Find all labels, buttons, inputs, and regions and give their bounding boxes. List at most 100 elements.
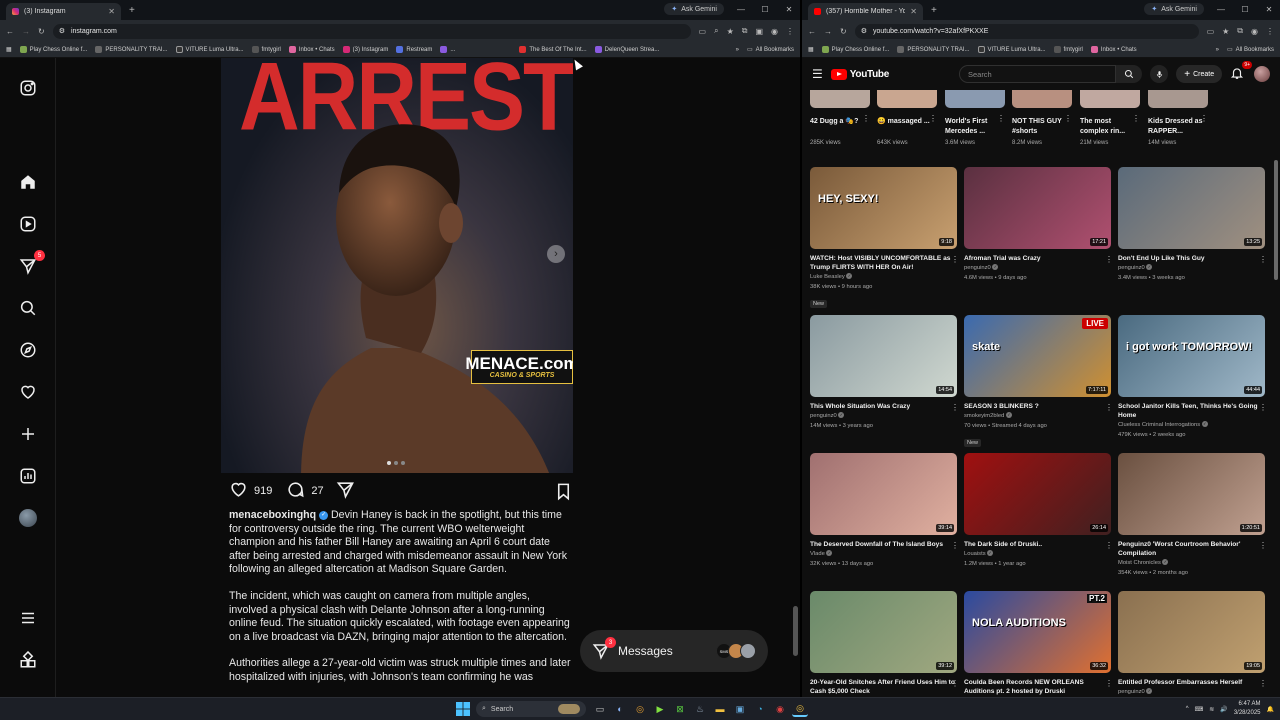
hamburger-menu-icon[interactable]: ☰ (812, 67, 823, 81)
omnibox[interactable]: ⚙ youtube.com/watch?v=32afXfPKXXE (854, 23, 1199, 39)
site-info-icon[interactable]: ⚙ (59, 27, 65, 35)
more-options-icon[interactable]: ⋮ (1132, 114, 1140, 123)
more-options-icon[interactable]: ⋮ (929, 114, 937, 123)
task-view-icon[interactable]: ▭ (592, 701, 608, 717)
reload-icon[interactable]: ↻ (38, 27, 45, 36)
app-icon[interactable]: ◉ (772, 701, 788, 717)
more-options-icon[interactable]: ⋮ (1105, 679, 1113, 688)
more-options-icon[interactable]: ⋮ (951, 255, 959, 264)
video-thumbnail[interactable]: 19:05 (1118, 591, 1265, 673)
more-bookmarks-icon[interactable]: » (1216, 47, 1219, 53)
more-options-icon[interactable]: ⋮ (997, 114, 1005, 123)
voice-search-mic-icon[interactable] (1150, 65, 1169, 83)
more-options-icon[interactable]: ⋮ (1064, 114, 1072, 123)
chrome-icon[interactable]: ◎ (632, 701, 648, 717)
short-item[interactable]: The most complex rin... 21M views ⋮ (1080, 90, 1140, 146)
video-card[interactable]: 17:21 Afroman Trial was Crazy penguinz0 ✓ 4… (964, 167, 1113, 283)
video-card[interactable]: 14:54 This Whole Situation Was Crazy pengu… (810, 315, 959, 431)
video-card[interactable]: 1:20:51 Penguinz0 'Worst Courtroom Behavi… (1118, 453, 1267, 578)
widgets-icon[interactable]: ◐ (612, 701, 628, 717)
youtube-logo[interactable]: YouTube (830, 68, 889, 80)
heart-notifications-icon[interactable] (18, 382, 38, 402)
all-bookmarks[interactable]: ▭ All Bookmarks (1227, 46, 1274, 54)
apps-icon[interactable]: ▦ (6, 46, 12, 53)
menu-icon[interactable]: ⋮ (1266, 27, 1274, 36)
video-channel[interactable]: Louaists ✓ (964, 549, 1111, 559)
video-channel[interactable]: penguinz0 ✓ (964, 263, 1111, 273)
video-channel[interactable]: Vlade ✓ (810, 549, 957, 559)
bookmark-item[interactable]: PERSONALITY TRAI... (897, 46, 970, 53)
steam-icon[interactable]: ♨ (692, 701, 708, 717)
video-card[interactable]: 26:14 The Dark Side of Druski.. Louaists ✓… (964, 453, 1113, 569)
all-bookmarks[interactable]: ▭ All Bookmarks (747, 46, 794, 54)
search-button[interactable] (1116, 65, 1143, 83)
windows-start-icon[interactable] (456, 702, 470, 716)
dashboard-icon[interactable] (18, 466, 38, 486)
video-card[interactable]: HEY, SEXY! 9:18 WATCH: Host VISIBLY UNCOMF… (810, 167, 959, 310)
video-title[interactable]: 20-Year-Old Snitches After Friend Uses H… (810, 678, 957, 696)
more-options-icon[interactable]: ⋮ (951, 679, 959, 688)
video-channel[interactable]: Clueless Criminal Interrogations ✓ (1118, 420, 1265, 430)
cast-icon[interactable]: ▭ (699, 27, 707, 36)
menu-icon[interactable]: ⋮ (786, 27, 794, 36)
bookmark-item[interactable]: The Best Of The Int... (519, 46, 587, 53)
new-tab-button[interactable]: + (931, 5, 937, 16)
more-options-icon[interactable]: ⋮ (1259, 679, 1267, 688)
back-icon[interactable]: ← (6, 27, 14, 36)
bookmark-item[interactable]: VITURE Luma Ultra... (175, 46, 244, 53)
more-options-icon[interactable]: ⋮ (1200, 114, 1208, 123)
edge-icon[interactable]: ◔ (752, 701, 768, 717)
tray-overflow-icon[interactable]: ^ (1186, 706, 1189, 712)
create-plus-icon[interactable] (18, 424, 38, 444)
tab-instagram[interactable]: (3) Instagram ✕ (6, 3, 121, 20)
video-channel[interactable]: Luke Beasley ✓ (810, 272, 957, 282)
bookmark-item[interactable]: VITURE Luma Ultra... (977, 46, 1046, 53)
reload-icon[interactable]: ↻ (840, 27, 847, 36)
video-title[interactable]: Penguinz0 'Worst Courtroom Behavior' Com… (1118, 540, 1265, 558)
language-icon[interactable]: ⌨ (1195, 706, 1204, 713)
volume-icon[interactable]: 🔊 (1220, 706, 1227, 713)
video-title[interactable]: Afroman Trial was Crazy (964, 254, 1111, 263)
close-tab-icon[interactable]: ✕ (108, 7, 115, 16)
video-title[interactable]: Don't End Up Like This Guy (1118, 254, 1265, 263)
comment-icon[interactable] (286, 480, 305, 502)
bookmark-star-icon[interactable]: ★ (727, 27, 734, 36)
short-item[interactable]: 😀 massaged ... 643K views ⋮ (877, 90, 937, 146)
file-explorer-icon[interactable]: ▬ (712, 701, 728, 717)
bookmark-item[interactable]: PERSONALITY TRAI... (95, 46, 168, 53)
bookmark-item[interactable]: Restream (396, 46, 432, 53)
video-card[interactable]: i got work TOMORROW! 44:44 School Janitor … (1118, 315, 1267, 440)
cast-icon[interactable]: ▭ (1207, 27, 1215, 36)
more-options-icon[interactable]: ⋮ (1259, 541, 1267, 550)
bookmark-star-icon[interactable]: ★ (1222, 27, 1229, 36)
short-item[interactable]: NOT THIS GUY #shorts 8.2M views ⋮ (1012, 90, 1072, 146)
forward-icon[interactable]: → (824, 27, 832, 36)
video-thumbnail[interactable]: NOLA AUDITIONS PT.2 36:32 (964, 591, 1111, 673)
video-title[interactable]: SEASON 3 BLINKERS ? (964, 402, 1111, 411)
post-image[interactable]: ARRESTED MENACE.com CASINO & SPORTS › (221, 58, 573, 473)
video-thumbnail[interactable]: 14:54 (810, 315, 957, 397)
video-thumbnail[interactable]: HEY, SEXY! 9:18 (810, 167, 957, 249)
video-channel[interactable]: Moist Chronicles ✓ (1118, 558, 1265, 568)
search-icon[interactable] (18, 298, 38, 318)
close-window-icon[interactable]: ✕ (782, 5, 796, 14)
video-thumbnail[interactable]: 13:25 (1118, 167, 1265, 249)
bookmark-item[interactable]: fmtygirl (251, 46, 281, 53)
more-bookmarks-icon[interactable]: » (736, 47, 739, 53)
video-card[interactable]: 13:25 Don't End Up Like This Guy penguinz0… (1118, 167, 1267, 283)
video-thumbnail[interactable]: 39:12 (810, 591, 957, 673)
video-title[interactable]: The Deserved Downfall of The Island Boys (810, 540, 957, 549)
video-title[interactable]: WATCH: Host VISIBLY UNCOMFORTABLE as Tru… (810, 254, 957, 272)
store-icon[interactable]: ▣ (732, 701, 748, 717)
extensions-icon[interactable]: ⧉ (742, 26, 748, 36)
explore-compass-icon[interactable] (18, 340, 38, 360)
more-menu-icon[interactable] (18, 608, 38, 628)
video-thumbnail[interactable]: 39:14 (810, 453, 957, 535)
site-info-icon[interactable]: ⚙ (861, 27, 867, 35)
xbox-icon[interactable]: ⊠ (672, 701, 688, 717)
minimize-icon[interactable]: — (734, 5, 748, 14)
wifi-icon[interactable]: ≋ (1209, 706, 1214, 713)
bookmark-item[interactable]: ... (440, 46, 455, 53)
bookmark-item[interactable]: Inbox • Chats (288, 46, 335, 53)
scrollbar[interactable] (793, 58, 798, 697)
